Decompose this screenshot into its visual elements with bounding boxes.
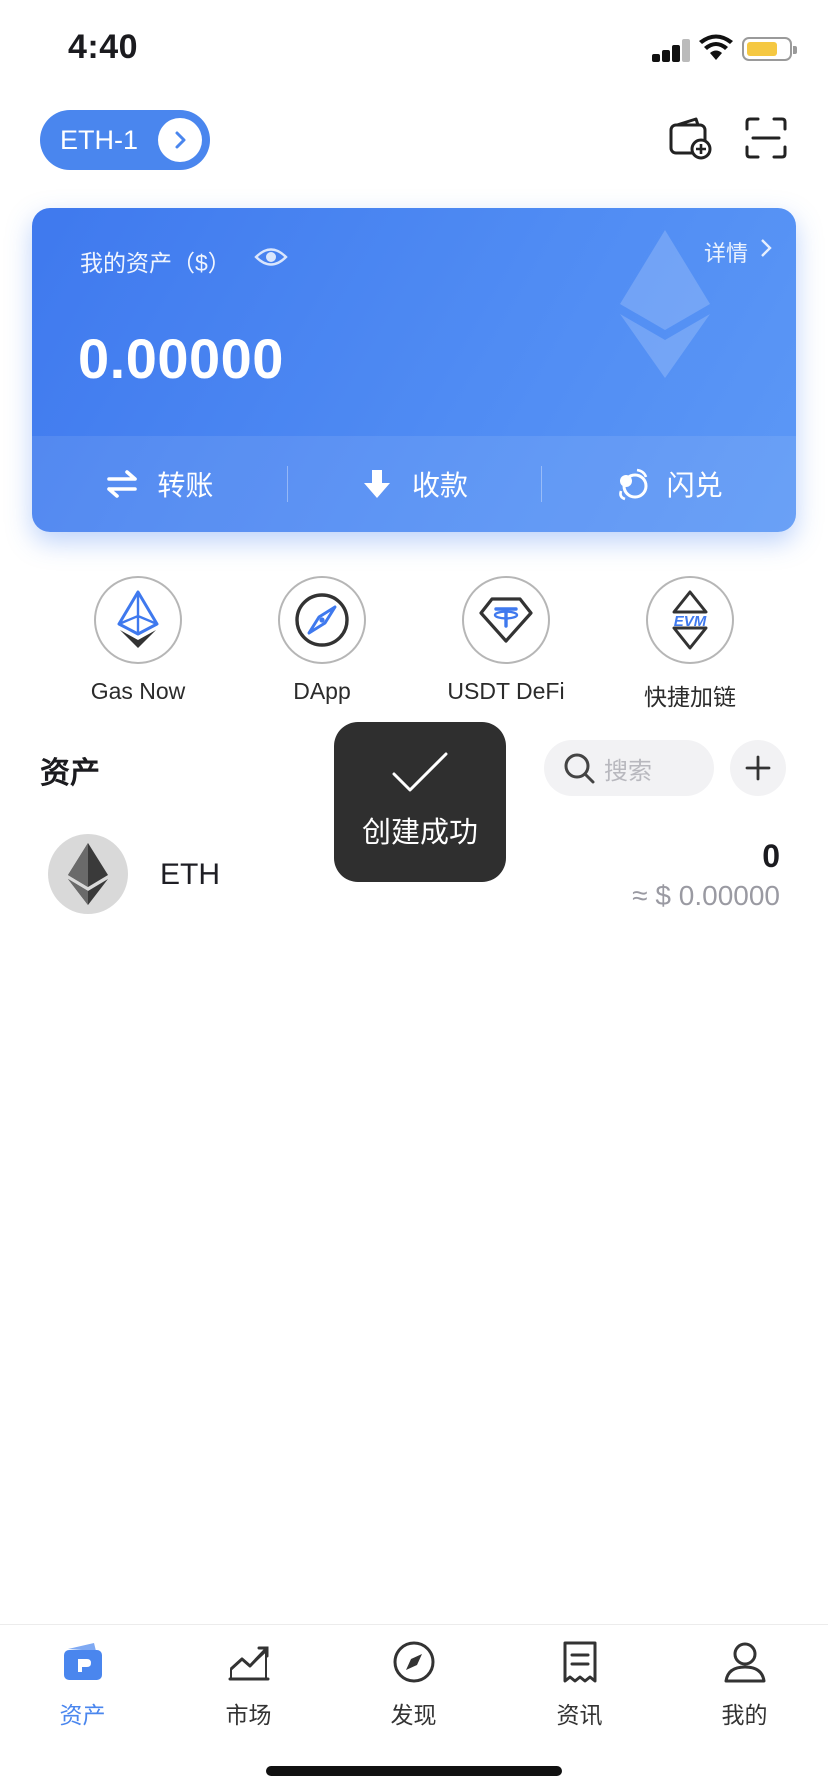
quick-entries: Gas Now DApp USDT DeFi EVM 快捷加链 bbox=[0, 576, 828, 710]
signal-icon bbox=[652, 38, 692, 62]
tab-profile[interactable]: 我的 bbox=[662, 1639, 827, 1730]
tab-label: 资产 bbox=[59, 1702, 106, 1728]
chevron-right-icon bbox=[761, 239, 772, 257]
token-fiat-value: ≈ $ 0.00000 bbox=[632, 880, 780, 911]
quick-label: DApp bbox=[293, 678, 351, 704]
evm-icon: EVM bbox=[672, 590, 708, 650]
checkmark-icon bbox=[392, 752, 448, 792]
token-name: ETH bbox=[160, 858, 220, 891]
card-actions: 转账 收款 闪兑 bbox=[32, 436, 796, 532]
market-chart-icon bbox=[228, 1646, 269, 1681]
search-placeholder: 搜索 bbox=[604, 757, 652, 785]
wifi-icon bbox=[699, 34, 733, 60]
quick-label: Gas Now bbox=[90, 678, 186, 704]
quick-item-usdt-defi[interactable]: USDT DeFi bbox=[414, 576, 598, 705]
asset-search-input[interactable]: 搜索 bbox=[544, 740, 714, 796]
wallet-switcher-button[interactable]: ETH-1 bbox=[40, 110, 210, 170]
tab-news[interactable]: 资讯 bbox=[497, 1639, 662, 1730]
tab-label: 我的 bbox=[721, 1702, 768, 1728]
transfer-icon bbox=[107, 470, 138, 498]
eth-token-icon bbox=[48, 834, 128, 914]
asset-card: 我的资产（$） 详情 0.00000 转账 收款 闪兑 bbox=[32, 208, 796, 532]
tab-label: 发现 bbox=[390, 1702, 437, 1728]
asset-label: 我的资产（$） bbox=[80, 250, 231, 276]
home-indicator[interactable] bbox=[266, 1766, 562, 1776]
svg-text:EVM: EVM bbox=[674, 613, 707, 630]
status-time: 4:40 bbox=[68, 28, 139, 66]
scan-icon[interactable] bbox=[744, 116, 788, 160]
success-toast: 创建成功 bbox=[334, 722, 506, 882]
tether-icon bbox=[479, 597, 533, 643]
receive-label: 收款 bbox=[412, 470, 469, 501]
eth-watermark-icon bbox=[620, 230, 710, 378]
wallet-name: ETH-1 bbox=[60, 124, 139, 155]
eye-icon[interactable] bbox=[254, 244, 288, 270]
quick-label: USDT DeFi bbox=[447, 678, 565, 704]
receive-button[interactable]: 收款 bbox=[286, 436, 542, 532]
wallet-icon bbox=[63, 1643, 102, 1680]
chevron-right-icon bbox=[158, 118, 202, 162]
battery-icon bbox=[742, 37, 797, 61]
token-amount: 0 bbox=[762, 838, 780, 874]
assets-section-title: 资产 bbox=[40, 757, 100, 790]
gas-eth-icon bbox=[117, 590, 159, 648]
tab-market[interactable]: 市场 bbox=[166, 1639, 331, 1730]
transfer-label: 转账 bbox=[157, 470, 214, 501]
swap-icon bbox=[618, 468, 648, 501]
tab-label: 资讯 bbox=[556, 1702, 603, 1728]
discover-compass-icon bbox=[393, 1641, 434, 1683]
quick-item-dapp[interactable]: DApp bbox=[230, 576, 414, 705]
quick-item-quick-add-chain[interactable]: EVM 快捷加链 bbox=[598, 576, 782, 712]
quick-label: 快捷加链 bbox=[644, 684, 736, 710]
receive-icon bbox=[364, 470, 390, 498]
news-icon bbox=[563, 1641, 596, 1683]
tab-discover[interactable]: 发现 bbox=[331, 1639, 496, 1730]
plus-icon bbox=[745, 755, 771, 781]
transfer-button[interactable]: 转账 bbox=[32, 436, 287, 532]
wallet-add-icon[interactable] bbox=[668, 116, 712, 160]
swap-label: 闪兑 bbox=[666, 470, 723, 501]
status-bar: 4:40 bbox=[0, 0, 828, 100]
details-link[interactable]: 详情 bbox=[704, 236, 748, 268]
quick-item-gas-now[interactable]: Gas Now bbox=[46, 576, 230, 705]
search-icon bbox=[564, 753, 595, 784]
swap-button[interactable]: 闪兑 bbox=[541, 436, 796, 532]
add-asset-button[interactable] bbox=[730, 740, 786, 796]
profile-icon bbox=[724, 1642, 765, 1683]
tab-assets[interactable]: 资产 bbox=[0, 1639, 165, 1730]
total-balance: 0.00000 bbox=[78, 327, 284, 390]
toast-message: 创建成功 bbox=[361, 817, 478, 849]
tab-label: 市场 bbox=[225, 1702, 272, 1728]
compass-icon bbox=[295, 593, 349, 647]
